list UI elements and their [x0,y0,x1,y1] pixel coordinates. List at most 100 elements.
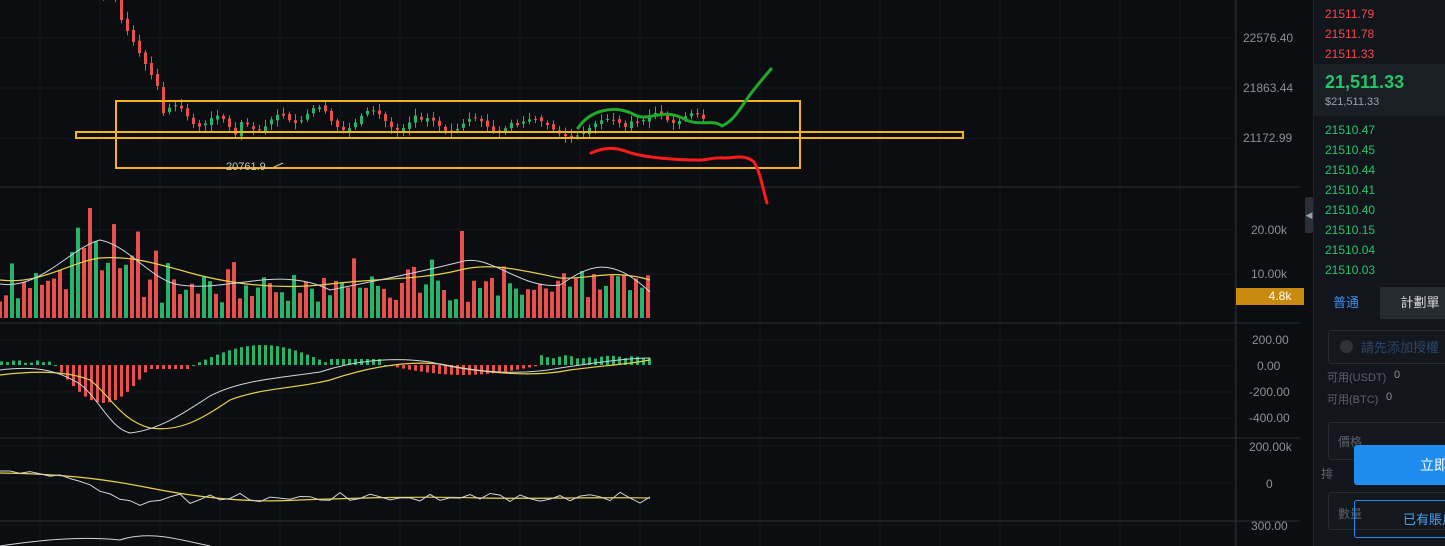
volume-bar [304,281,308,318]
candle-body [180,105,183,109]
volume-bar [424,284,428,318]
ask-price[interactable]: 21511.78 [1325,27,1374,41]
macd-histogram-bar [570,356,573,365]
ask-price[interactable]: 21511.79 [1325,7,1374,21]
macd-histogram-bar [114,365,117,401]
macd-histogram-bar [102,365,105,403]
macd-histogram-bar [426,365,429,373]
volume-bar [376,285,380,318]
volume-bar [364,287,368,318]
candle-body [126,18,129,31]
volume-axis-label: 20.00k [1251,223,1288,237]
volume-bar [436,280,440,318]
volume-bar [208,281,212,318]
chart-area[interactable]: 22576.40 21863.44 21172.99 20.00k 10.00k… [0,0,1304,546]
macd-axis-label: 0.00 [1257,359,1281,373]
volume-bar [640,287,644,318]
volume-bar [412,266,416,318]
macd-histogram-bar [420,365,423,372]
candle-body [624,123,627,127]
candle-body [240,122,243,137]
volume-bar [586,297,590,318]
candle-body [174,105,177,107]
volume-bar [160,302,164,318]
volume-bar [268,283,272,318]
candle-body [210,118,213,125]
osc-axis-label: 0 [1266,477,1273,491]
candle-body [696,113,699,115]
tab-plan-order[interactable]: 計劃單 [1380,287,1445,319]
tab-normal[interactable]: 普通 [1314,287,1378,319]
volume-bar [550,291,554,318]
bid-price[interactable]: 21510.04 [1325,243,1375,257]
macd-histogram-bar [168,365,171,369]
volume-bar [238,298,242,318]
volume-bar [622,275,626,318]
candle-body [546,122,549,125]
macd-histogram-bar [606,355,609,365]
trade-now-button[interactable]: 立即 [1354,445,1445,485]
candle-body [312,108,315,114]
candle-body [444,126,447,131]
volume-bar [58,270,62,318]
candle-body [606,119,609,121]
candle-body [168,107,171,113]
candle-body [690,113,693,117]
bid-price[interactable]: 21510.03 [1325,263,1375,277]
bid-price[interactable]: 21510.47 [1325,123,1375,137]
candle-body [132,29,135,42]
candle-body [438,120,441,126]
candle-body [426,118,429,122]
osc-axis-label: 300.00 [1251,519,1288,533]
macd-axis-label: 200.00 [1252,333,1289,347]
bid-price[interactable]: 21510.44 [1325,163,1375,177]
auth-hint-text[interactable]: 請先添加授權 [1361,337,1439,356]
bid-price[interactable]: 21510.15 [1325,223,1375,237]
volume-bar [202,276,206,318]
volume-bar [394,299,398,318]
macd-histogram-bar [534,365,537,367]
volume-bar [154,250,158,318]
candlestick-chart[interactable] [0,0,1300,546]
candle-body [216,115,219,120]
volume-bar [40,284,44,318]
volume-bar [0,301,2,318]
macd-histogram-bar [252,345,255,365]
bid-price[interactable]: 21510.40 [1325,203,1375,217]
volume-bar [232,262,236,318]
volume-bar [460,231,464,318]
macd-histogram-bar [552,358,555,365]
volume-bar [598,289,602,318]
candle-body [150,62,153,75]
bid-price[interactable]: 21510.45 [1325,143,1375,157]
candle-body [390,121,393,128]
macd-histogram-bar [564,355,567,365]
candle-body [510,122,513,129]
collapse-panel-handle[interactable]: ◀ [1305,197,1313,233]
volume-bar [298,292,302,318]
available-btc-label: 可用(BTC) [1327,394,1379,406]
candle-body [552,124,555,130]
volume-bar [64,289,68,318]
volume-bar [166,263,170,318]
macd-histogram-bar [516,365,519,370]
macd-histogram-bar [246,346,249,365]
bid-price[interactable]: 21510.41 [1325,183,1375,197]
available-usdt-value: 0 [1394,369,1401,381]
macd-histogram-bar [444,365,447,375]
candle-body [336,120,339,128]
macd-histogram-bar [312,357,315,365]
login-account-button[interactable]: 已有賬戶 [1354,500,1445,538]
candle-body [384,114,387,122]
volume-bar [580,271,584,318]
macd-histogram-bar [162,365,165,369]
volume-bar [124,264,128,318]
ask-price[interactable]: 21511.33 [1325,47,1374,61]
volume-bar [28,288,32,318]
macd-histogram-bar [510,365,513,371]
macd-histogram-bar [264,345,267,365]
candle-body [630,121,633,129]
volume-bar [592,274,596,318]
candle-body [420,116,423,120]
macd-histogram-bar [42,362,45,365]
